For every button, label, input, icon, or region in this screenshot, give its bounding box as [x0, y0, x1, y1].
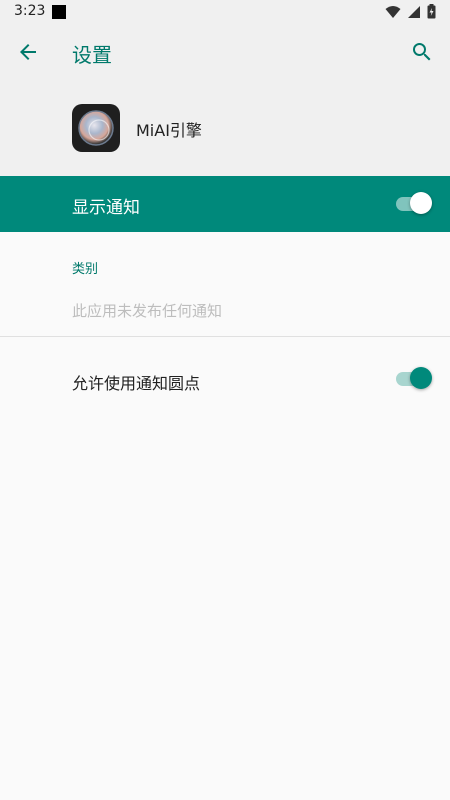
- show-notifications-label: 显示通知: [72, 198, 140, 218]
- notification-dot-row[interactable]: 允许使用通知圆点: [0, 337, 450, 421]
- no-channels-message: 此应用未发布任何通知: [72, 302, 223, 320]
- status-time: 3:23: [14, 3, 46, 19]
- switch-thumb: [410, 192, 432, 214]
- search-button[interactable]: [410, 40, 434, 64]
- arrow-back-icon: [20, 44, 36, 60]
- signal-icon: [408, 5, 420, 18]
- wifi-icon: [385, 5, 401, 18]
- app-icon: [72, 104, 120, 152]
- battery-icon: [427, 4, 436, 19]
- show-notifications-switch[interactable]: [394, 192, 432, 214]
- miai-logo-icon: [78, 110, 114, 146]
- switch-thumb: [410, 367, 432, 389]
- search-icon: [413, 43, 431, 61]
- app-header: MiAI引擎: [0, 80, 450, 176]
- page-title: 设置: [72, 43, 112, 67]
- notification-square-icon: [52, 5, 66, 19]
- app-bar: 设置: [0, 24, 450, 80]
- status-bar: 3:23: [0, 0, 450, 24]
- notification-dot-switch[interactable]: [394, 367, 432, 389]
- category-header: 类别: [72, 262, 99, 277]
- notification-dot-label: 允许使用通知圆点: [72, 374, 201, 393]
- app-name: MiAI引擎: [136, 121, 202, 140]
- show-notifications-row[interactable]: 显示通知: [0, 176, 450, 232]
- back-button[interactable]: [16, 40, 40, 64]
- status-icons: [385, 4, 436, 19]
